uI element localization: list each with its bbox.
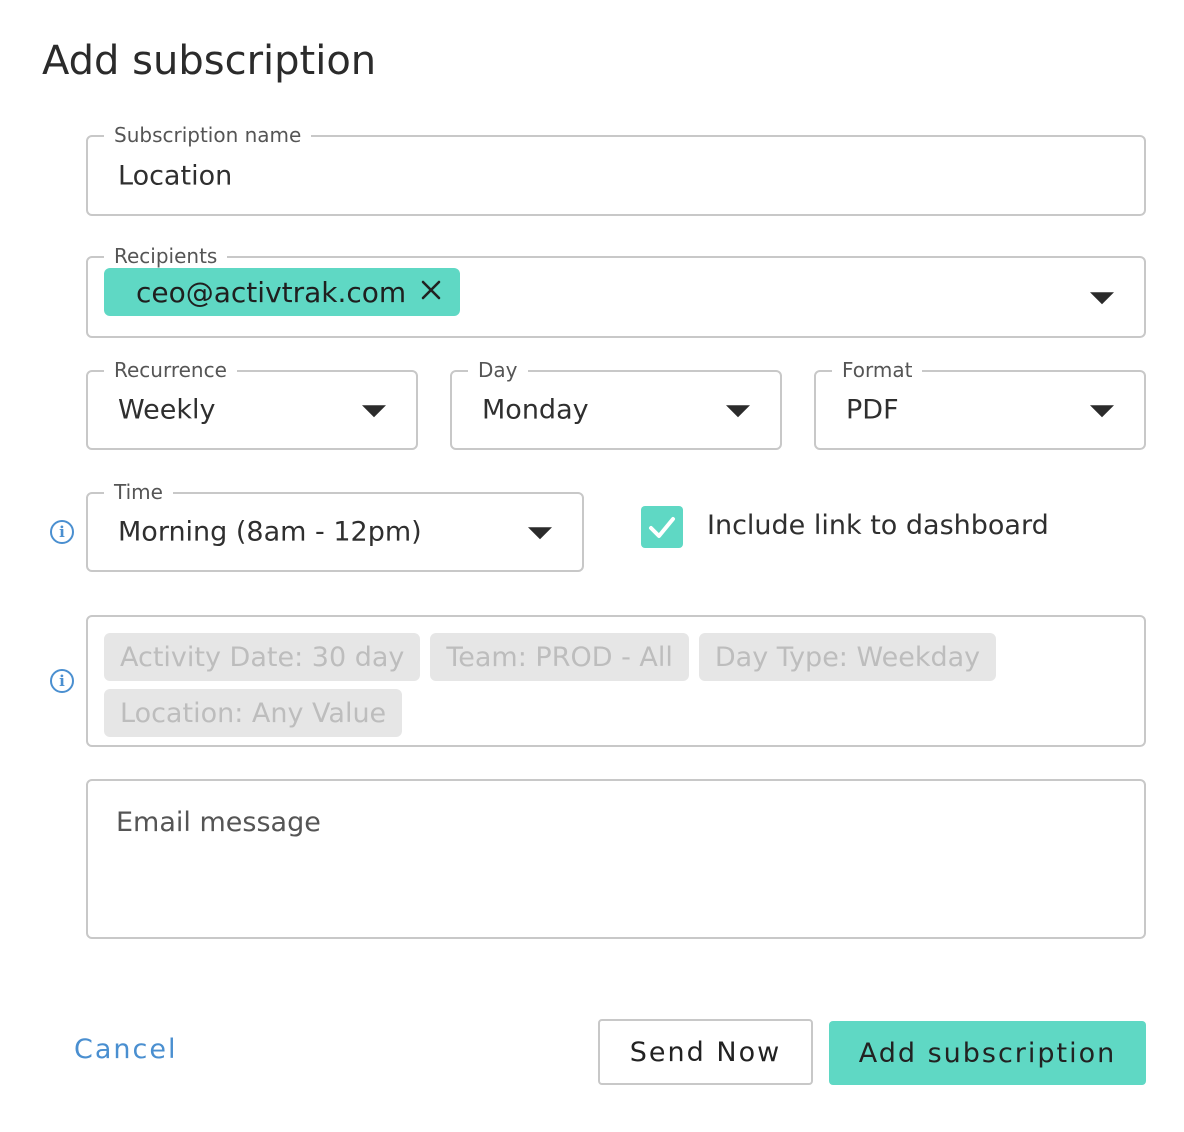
time-select[interactable]: Time Morning (8am - 12pm) — [86, 480, 584, 572]
close-icon[interactable] — [420, 277, 442, 307]
recurrence-select[interactable]: Recurrence Weekly — [86, 358, 418, 450]
include-link-label[interactable]: Include link to dashboard — [707, 510, 1049, 541]
email-message-textarea[interactable]: Email message — [86, 779, 1146, 939]
recipients-field[interactable]: Recipients ceo@activtrak.com — [86, 244, 1146, 338]
info-icon[interactable]: i — [50, 520, 74, 544]
subscription-name-label: Subscription name — [104, 123, 312, 147]
filter-chip-activity-date: Activity Date: 30 day — [104, 633, 421, 681]
day-value: Monday — [482, 394, 589, 426]
recipients-label: Recipients — [104, 244, 228, 268]
format-value: PDF — [846, 394, 899, 426]
format-label: Format — [832, 358, 923, 382]
info-icon[interactable]: i — [50, 669, 74, 693]
filter-chip-day-type: Day Type: Weekday — [698, 633, 997, 681]
dialog-title: Add subscription — [42, 38, 377, 84]
email-message-placeholder: Email message — [116, 807, 321, 838]
day-select[interactable]: Day Monday — [450, 358, 782, 450]
recurrence-value: Weekly — [118, 394, 216, 426]
time-label: Time — [104, 480, 173, 504]
chevron-down-icon[interactable] — [528, 527, 552, 540]
checkmark-icon — [649, 517, 675, 538]
add-subscription-button[interactable]: Add subscription — [829, 1021, 1146, 1085]
recipient-chip-label: ceo@activtrak.com — [136, 275, 407, 309]
chevron-down-icon[interactable] — [1090, 292, 1114, 305]
chevron-down-icon[interactable] — [362, 405, 386, 418]
subscription-name-value[interactable]: Location — [118, 160, 232, 191]
filter-chip-team: Team: PROD - All — [430, 633, 689, 681]
recurrence-label: Recurrence — [104, 358, 237, 382]
send-now-button[interactable]: Send Now — [598, 1019, 813, 1085]
format-select[interactable]: Format PDF — [814, 358, 1146, 450]
filter-chip-location: Location: Any Value — [104, 689, 403, 737]
filters-container: Activity Date: 30 day Team: PROD - All D… — [86, 615, 1146, 747]
cancel-button[interactable]: Cancel — [74, 1034, 177, 1065]
chevron-down-icon[interactable] — [1090, 405, 1114, 418]
chevron-down-icon[interactable] — [726, 405, 750, 418]
include-link-checkbox[interactable] — [641, 506, 683, 548]
day-label: Day — [468, 358, 528, 382]
recipient-chip: ceo@activtrak.com — [104, 268, 461, 316]
add-subscription-dialog: Add subscription Subscription name Locat… — [0, 0, 1184, 1132]
subscription-name-field[interactable]: Subscription name Location — [86, 123, 1146, 216]
time-value: Morning (8am - 12pm) — [118, 516, 422, 548]
